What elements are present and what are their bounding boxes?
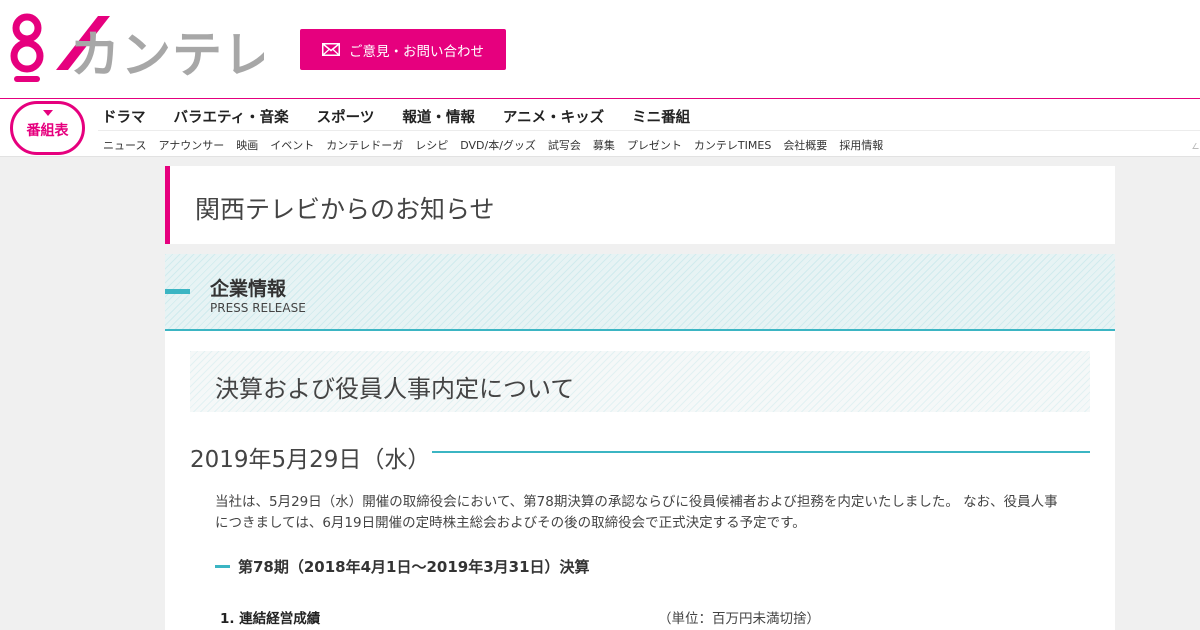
schedule-button-label: 番組表 bbox=[26, 123, 69, 139]
kantele-logo[interactable]: カンテレ bbox=[8, 12, 273, 86]
category-band: 企業情報 PRESS RELEASE bbox=[165, 254, 1115, 331]
nav-item-mini[interactable]: ミニ番組 bbox=[632, 106, 690, 127]
section-dash bbox=[215, 565, 230, 568]
global-nav: 番組表 ドラマ バラエティ・音楽 スポーツ 報道・情報 アニメ・キッズ ミニ番組… bbox=[0, 99, 1200, 157]
sub-nav-goods[interactable]: DVD/本/グッズ bbox=[460, 137, 536, 153]
sub-nav-news[interactable]: ニュース bbox=[103, 137, 146, 153]
category-subtitle: PRESS RELEASE bbox=[210, 301, 306, 315]
sub-nav-recipe[interactable]: レシピ bbox=[415, 137, 448, 153]
site-header: カンテレ ご意見・お問い合わせ bbox=[0, 0, 1200, 99]
nav-item-sports[interactable]: スポーツ bbox=[317, 106, 375, 127]
logo-mark: カンテレ bbox=[10, 13, 273, 84]
date-rule bbox=[432, 451, 1090, 453]
nav-item-news-info[interactable]: 報道・情報 bbox=[402, 106, 475, 127]
article-title-box: 決算および役員人事内定について bbox=[190, 351, 1090, 412]
article-date: 2019年5月29日（水） bbox=[190, 447, 431, 473]
category-accent-bar bbox=[165, 289, 190, 294]
triangle-down-icon bbox=[42, 110, 53, 116]
category-title: 企業情報 bbox=[210, 278, 287, 300]
svg-text:カンテレ: カンテレ bbox=[70, 26, 264, 84]
sub-nav-company[interactable]: 会社概要 bbox=[783, 137, 827, 153]
schedule-button[interactable]: 番組表 bbox=[10, 101, 85, 155]
sub-nav-preview[interactable]: 試写会 bbox=[548, 137, 581, 153]
page-title-box: 関西テレビからのお知らせ bbox=[165, 166, 1115, 244]
sub-nav-movie[interactable]: 映画 bbox=[236, 137, 258, 153]
sub-nav-douga[interactable]: カンテレドーガ bbox=[326, 137, 403, 153]
contact-button[interactable]: ご意見・お問い合わせ bbox=[300, 29, 506, 70]
nav-item-anime-kids[interactable]: アニメ・キッズ bbox=[503, 106, 604, 127]
sub-nav-times[interactable]: カンテレTIMES bbox=[694, 137, 771, 153]
sub-nav-careers[interactable]: 採用情報 bbox=[839, 137, 883, 153]
contact-button-label: ご意見・お問い合わせ bbox=[349, 43, 484, 60]
nav-divider bbox=[98, 130, 1200, 131]
article: 決算および役員人事内定について 2019年5月29日（水） 当社は、5月29日（… bbox=[165, 331, 1115, 630]
corner-fold-icon bbox=[1192, 143, 1200, 149]
section-heading: 第78期（2018年4月1日～2019年3月31日）決算 bbox=[215, 556, 590, 577]
section-heading-text: 第78期（2018年4月1日～2019年3月31日）決算 bbox=[238, 558, 590, 576]
sub-heading: 1. 連結経営成績 bbox=[220, 611, 321, 627]
sub-nav: ニュース アナウンサー 映画 イベント カンテレドーガ レシピ DVD/本/グッ… bbox=[103, 137, 883, 153]
nav-item-variety[interactable]: バラエティ・音楽 bbox=[174, 106, 289, 127]
unit-note: （単位：百万円未満切捨） bbox=[658, 611, 820, 627]
sub-nav-announcer[interactable]: アナウンサー bbox=[158, 137, 224, 153]
sub-nav-recruit-entry[interactable]: 募集 bbox=[593, 137, 615, 153]
mail-icon bbox=[322, 43, 340, 56]
page-title: 関西テレビからのお知らせ bbox=[195, 195, 495, 224]
main-nav: ドラマ バラエティ・音楽 スポーツ 報道・情報 アニメ・キッズ ミニ番組 bbox=[102, 106, 690, 127]
sub-nav-event[interactable]: イベント bbox=[270, 137, 314, 153]
sub-nav-present[interactable]: プレゼント bbox=[627, 137, 682, 153]
article-body: 当社は、5月29日（水）開催の取締役会において、第78期決算の承認ならびに役員候… bbox=[215, 494, 1058, 531]
nav-item-drama[interactable]: ドラマ bbox=[102, 106, 146, 127]
article-title: 決算および役員人事内定について bbox=[215, 375, 575, 403]
